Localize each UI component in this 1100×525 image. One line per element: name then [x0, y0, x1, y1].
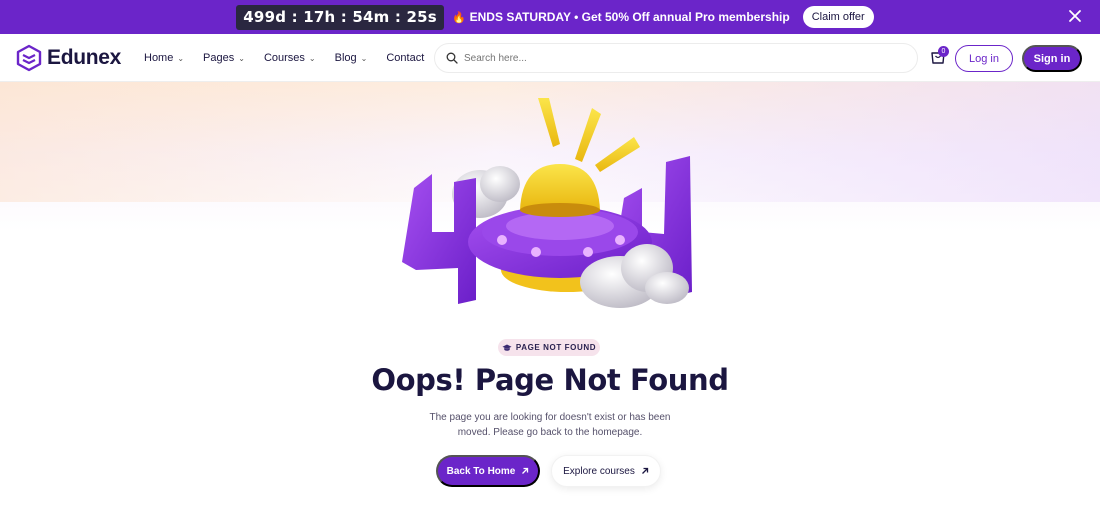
promo-message: 🔥 ENDS SATURDAY • Get 50% Off annual Pro… — [452, 10, 790, 24]
site-header: Edunex Home ⌄ Pages ⌄ Courses ⌄ Blog ⌄ C… — [0, 34, 1100, 82]
promo-message-text: ENDS SATURDAY • Get 50% Off annual Pro m… — [469, 10, 790, 24]
page-title: Oops! Page Not Found — [371, 363, 729, 397]
graduation-cap-icon — [502, 344, 512, 351]
back-to-home-button[interactable]: Back To Home — [436, 455, 540, 487]
claim-offer-button[interactable]: Claim offer — [802, 6, 874, 28]
404-ufo-illustration — [402, 98, 692, 308]
close-icon[interactable] — [1068, 9, 1082, 23]
nav-item-home[interactable]: Home ⌄ — [144, 52, 184, 64]
logo-icon — [16, 44, 42, 72]
nav-item-label: Contact — [386, 52, 425, 64]
explore-courses-button[interactable]: Explore courses — [551, 455, 661, 487]
fire-icon: 🔥 — [451, 11, 466, 24]
nav-item-label: Blog — [334, 52, 357, 64]
login-button[interactable]: Log in — [955, 45, 1013, 72]
arrow-up-right-icon — [522, 467, 529, 474]
nav-item-label: Courses — [263, 52, 305, 64]
search-bar — [434, 43, 918, 73]
chevron-down-icon: ⌄ — [177, 53, 185, 63]
not-found-hero: PAGE NOT FOUND Oops! Page Not Found The … — [0, 82, 1100, 525]
nav-item-courses[interactable]: Courses ⌄ — [264, 52, 316, 64]
countdown-timer: 499d : 17h : 54m : 25s — [236, 4, 444, 30]
main-nav: Home ⌄ Pages ⌄ Courses ⌄ Blog ⌄ Contact — [144, 34, 424, 82]
page-not-found-badge: PAGE NOT FOUND — [498, 339, 600, 356]
page-description: The page you are looking for doesn't exi… — [429, 412, 671, 438]
brand-name: Edunex — [47, 46, 122, 69]
nav-item-contact[interactable]: Contact — [386, 52, 424, 64]
promo-bar: 499d : 17h : 54m : 25s 🔥 ENDS SATURDAY •… — [0, 0, 1100, 34]
nav-item-label: Pages — [203, 52, 235, 64]
explore-courses-label: Explore courses — [563, 465, 635, 477]
back-to-home-label: Back To Home — [446, 465, 516, 477]
cart-count-badge: 0 — [938, 46, 949, 57]
nav-item-pages[interactable]: Pages ⌄ — [203, 52, 245, 64]
arrow-up-right-icon — [641, 467, 648, 474]
signin-button[interactable]: Sign in — [1022, 45, 1082, 72]
nav-item-blog[interactable]: Blog ⌄ — [335, 52, 368, 64]
promo-content: 499d : 17h : 54m : 25s 🔥 ENDS SATURDAY •… — [236, 4, 874, 30]
chevron-down-icon: ⌄ — [308, 53, 316, 63]
nav-item-label: Home — [144, 52, 174, 64]
chevron-down-icon: ⌄ — [238, 53, 245, 63]
search-input[interactable] — [464, 52, 884, 64]
logo[interactable]: Edunex — [16, 44, 121, 72]
badge-label: PAGE NOT FOUND — [515, 343, 597, 352]
search-icon — [446, 52, 458, 64]
chevron-down-icon: ⌄ — [360, 53, 368, 63]
